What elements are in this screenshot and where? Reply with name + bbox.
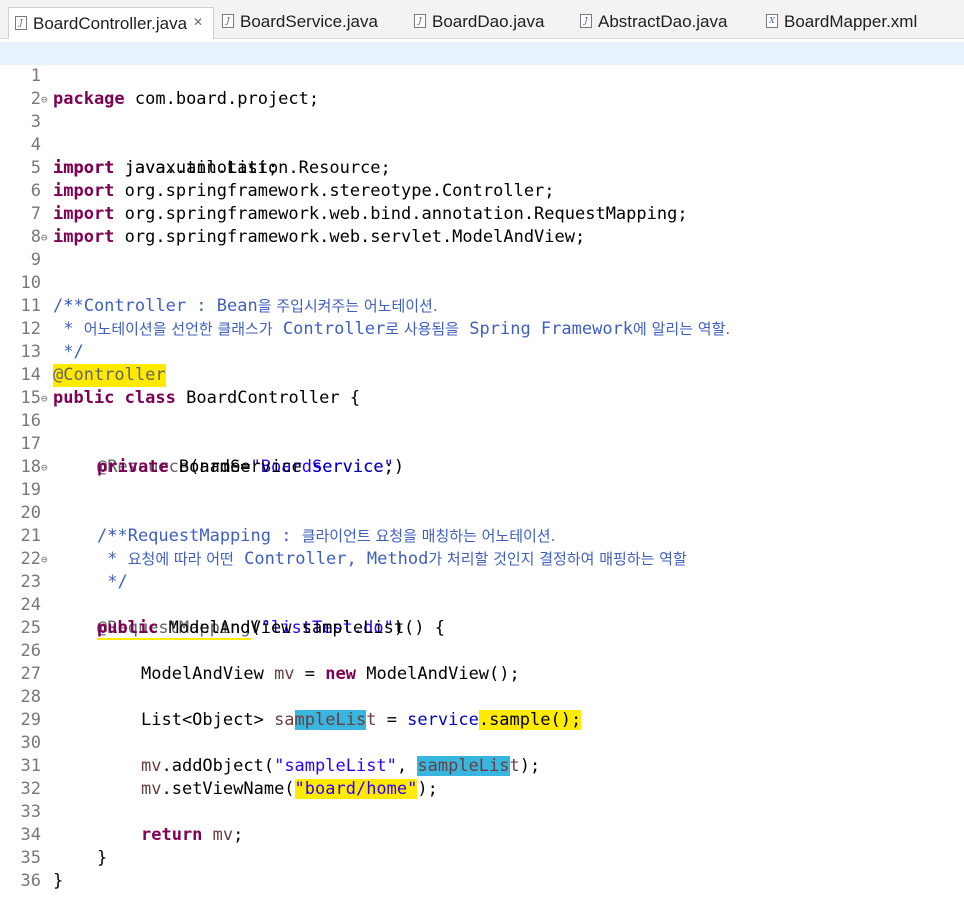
java-file-icon: J: [222, 13, 234, 28]
fold-toggle-icon[interactable]: ⊖: [41, 88, 48, 111]
code-line[interactable]: 36: [0, 847, 964, 891]
tab-board-service[interactable]: J BoardService.java: [222, 6, 378, 38]
code-line[interactable]: 13 @Controller: [0, 318, 964, 387]
code-line[interactable]: 14 public class BoardController {: [0, 341, 964, 408]
line-number: 36: [20, 871, 41, 891]
code-line[interactable]: 26 ModelAndView mv = new ModelAndView();: [0, 617, 964, 684]
code-line[interactable]: 5 import org.springframework.stereotype.…: [0, 134, 964, 201]
code-line[interactable]: 20 * RequestMapping : 클라이언트 요청을 매칭하는 어노테…: [0, 479, 964, 546]
code-line[interactable]: 18: [0, 433, 964, 477]
line-content: }: [53, 871, 64, 891]
code-line[interactable]: 3 ⊖ import java.util.List;: [0, 88, 964, 178]
close-tab-icon[interactable]: ✕: [193, 15, 203, 29]
code-line[interactable]: 6 import org.springframework.web.bind.an…: [0, 157, 964, 224]
code-line[interactable]: 24 public ModelAndView sampleList() {: [0, 571, 964, 638]
code-line[interactable]: 17 private BoardService service;: [0, 410, 964, 477]
code-line[interactable]: 4 import javax.annotation.Resource;: [0, 111, 964, 178]
code-line[interactable]: 22 */: [0, 525, 964, 592]
tab-label: BoardMapper.xml: [784, 12, 918, 31]
fold-toggle-icon[interactable]: ⊖: [41, 226, 48, 249]
code-line[interactable]: 32: [0, 755, 964, 799]
code-editor[interactable]: 1 package com.board.project; 2 3 ⊖ impor…: [0, 39, 964, 891]
fold-toggle-icon[interactable]: ⊖: [41, 548, 48, 571]
code-line[interactable]: 34 }: [0, 801, 964, 868]
code-line[interactable]: 16 ⊖ @Resource(name="BoardService"): [0, 387, 964, 477]
code-line[interactable]: 21 * 요청에 따라 어떤 Controller, Method가 처리할 것…: [0, 502, 964, 569]
code-line[interactable]: 12 */: [0, 295, 964, 362]
tab-board-mapper[interactable]: X BoardMapper.xml: [766, 6, 917, 38]
tab-board-dao[interactable]: J BoardDao.java: [414, 6, 544, 38]
code-line[interactable]: 23 ⊖ @RequestMapping("listTest.do"): [0, 548, 964, 638]
code-line[interactable]: 11 * 어노테이션을 선언한 클래스가 Controller로 사용됨을 Sp…: [0, 272, 964, 339]
fold-toggle-icon[interactable]: ⊖: [41, 387, 48, 410]
tab-abstract-dao[interactable]: J AbstractDao.java: [580, 6, 727, 38]
java-file-icon: J: [414, 13, 426, 28]
tab-label: BoardService.java: [240, 12, 378, 31]
code-line[interactable]: 19 ⊖ /**: [0, 456, 964, 546]
tab-label: BoardDao.java: [432, 12, 545, 31]
code-line[interactable]: 10 * Controller : Bean을 주입시켜주는 어노테이션.: [0, 249, 964, 316]
code-line[interactable]: 27: [0, 640, 964, 684]
code-line[interactable]: 30 mv.addObject("sampleList", sampleList…: [0, 709, 964, 776]
code-line[interactable]: 15: [0, 364, 964, 408]
code-line[interactable]: 28 List<Object> sampleList = service.sam…: [0, 663, 964, 730]
xml-file-icon: X: [766, 13, 778, 28]
java-file-icon: J: [15, 15, 27, 30]
editor-tab-bar: J BoardController.java ✕ J BoardService.jav…: [0, 0, 964, 40]
fold-toggle-icon[interactable]: ⊖: [41, 456, 48, 479]
code-line[interactable]: 9 ⊖ /**: [0, 226, 964, 316]
tab-label: BoardController.java: [33, 14, 188, 33]
code-line[interactable]: 1 package com.board.project;: [0, 42, 964, 109]
code-line[interactable]: 2: [0, 65, 964, 109]
code-line[interactable]: 31 mv.setViewName("board/home");: [0, 732, 964, 799]
code-line[interactable]: 25: [0, 594, 964, 638]
code-line[interactable]: 8: [0, 203, 964, 247]
tab-board-controller[interactable]: J BoardController.java ✕: [8, 7, 215, 40]
code-line[interactable]: 7 import org.springframework.web.servlet…: [0, 180, 964, 247]
java-file-icon: J: [580, 13, 592, 28]
code-line[interactable]: 33 return mv;: [0, 778, 964, 845]
code-line[interactable]: 35 }: [0, 824, 964, 891]
code-line[interactable]: 29: [0, 686, 964, 730]
tab-label: AbstractDao.java: [598, 12, 728, 31]
